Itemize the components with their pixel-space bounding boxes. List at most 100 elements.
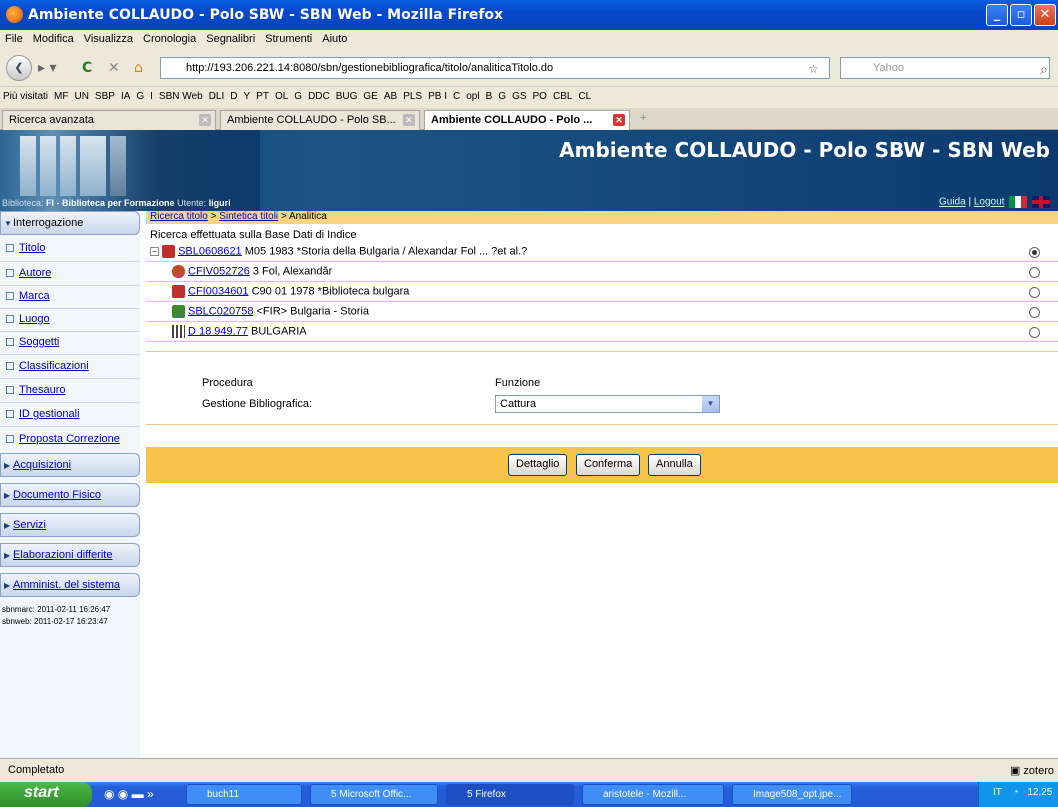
taskbar-item[interactable]: 5 Firefox xyxy=(446,784,574,805)
bookmark-item[interactable]: BUG xyxy=(333,87,361,106)
tab-close-icon[interactable]: ✕ xyxy=(403,114,415,126)
url-input[interactable]: http://193.206.221.14:8080/sbn/gestioneb… xyxy=(160,57,830,79)
quick-launch-icons[interactable]: ◉ ◉ ▬ » xyxy=(104,787,154,801)
bookmark-item[interactable]: SBN Web xyxy=(156,87,206,106)
tab-ambiente-2[interactable]: Ambiente COLLAUDO - Polo ... ✕ xyxy=(424,110,630,130)
tab-close-icon[interactable]: ✕ xyxy=(199,114,211,126)
maximize-button[interactable]: ▫ xyxy=(1010,4,1032,26)
breadcrumb-ricerca-titolo[interactable]: Ricerca titolo xyxy=(150,211,208,222)
menu-aiuto[interactable]: Aiuto xyxy=(317,30,352,48)
stop-icon[interactable]: ✕ xyxy=(108,60,120,76)
close-button[interactable]: ✕ xyxy=(1034,4,1056,26)
menu-modifica[interactable]: Modifica xyxy=(28,30,79,48)
bookmark-star-icon[interactable]: ☆ xyxy=(808,62,819,76)
record-radio[interactable] xyxy=(1029,327,1040,338)
bookmark-item[interactable]: G xyxy=(133,87,147,106)
dettaglio-button[interactable]: Dettaglio xyxy=(508,454,568,476)
taskbar-item[interactable]: 5 Microsoft Offic... xyxy=(310,784,438,805)
collapse-icon[interactable]: − xyxy=(150,247,159,256)
record-id-link[interactable]: SBL0608621 xyxy=(178,245,242,257)
zotero-button[interactable]: ▣ zotero xyxy=(1010,764,1054,777)
sidebar-section-documento-fisico[interactable]: ▶ Documento Fisico xyxy=(0,483,140,507)
bookmark-item[interactable]: SBP xyxy=(92,87,118,106)
bookmark-item[interactable]: C xyxy=(450,87,463,106)
sidebar-section-interrogazione[interactable]: ▼ Interrogazione xyxy=(0,211,140,235)
record-radio[interactable] xyxy=(1029,247,1040,258)
bookmark-item[interactable]: D xyxy=(227,87,240,106)
new-tab-icon[interactable]: + xyxy=(640,112,646,124)
record-id-link[interactable]: CFI0034601 xyxy=(188,285,249,297)
sidebar-section-elaborazioni[interactable]: ▶ Elaborazioni differite xyxy=(0,543,140,567)
sidebar-item-titolo[interactable]: Titolo xyxy=(6,242,46,254)
bookmark-item[interactable]: PT xyxy=(253,87,272,106)
taskbar-item[interactable]: aristotele - Mozill... xyxy=(582,784,724,805)
tab-ricerca-avanzata[interactable]: Ricerca avanzata ✕ xyxy=(2,110,216,130)
bookmark-item[interactable]: UN xyxy=(71,87,91,106)
bookmark-item[interactable]: PLS xyxy=(400,87,425,106)
tab-ambiente-1[interactable]: Ambiente COLLAUDO - Polo SB... ✕ xyxy=(220,110,420,130)
sidebar-item-thesauro[interactable]: Thesauro xyxy=(6,384,65,396)
bookmark-item[interactable]: OL xyxy=(272,87,291,106)
bookmark-item[interactable]: Y xyxy=(240,87,253,106)
menu-file[interactable]: File xyxy=(0,30,28,48)
sidebar-item-id-gestionali[interactable]: ID gestionali xyxy=(6,408,80,420)
bookmark-item[interactable]: B xyxy=(483,87,496,106)
bookmark-item[interactable]: G xyxy=(291,87,305,106)
sidebar-item-classificazioni[interactable]: Classificazioni xyxy=(6,360,89,372)
bookmark-item[interactable]: DLI xyxy=(206,87,228,106)
taskbar-item[interactable]: buch11 xyxy=(186,784,302,805)
chevron-down-icon[interactable]: ▼ xyxy=(702,396,719,412)
language-indicator[interactable]: IT xyxy=(993,787,1002,798)
forward-icon[interactable]: ▸ ▾ xyxy=(38,60,57,76)
bookmark-item[interactable]: Più visitati xyxy=(0,87,51,106)
breadcrumb-sintetica-titoli[interactable]: Sintetica titoli xyxy=(219,211,278,222)
record-radio[interactable] xyxy=(1029,287,1040,298)
sidebar-item-autore[interactable]: Autore xyxy=(6,267,51,279)
italian-flag-icon[interactable] xyxy=(1009,196,1028,208)
search-icon[interactable]: ⌕ xyxy=(1040,62,1048,78)
bookmark-item[interactable]: I xyxy=(147,87,156,106)
bookmark-item[interactable]: AB xyxy=(381,87,400,106)
tab-close-icon[interactable]: ✕ xyxy=(613,114,625,126)
uk-flag-icon[interactable] xyxy=(1032,196,1050,208)
bookmark-item[interactable]: opl xyxy=(463,87,482,106)
sidebar-section-acquisizioni[interactable]: ▶ Acquisizioni xyxy=(0,453,140,477)
reload-icon[interactable]: C xyxy=(82,60,92,76)
search-input[interactable]: Yahoo xyxy=(840,57,1050,79)
record-id-link[interactable]: SBLC020758 xyxy=(188,305,253,317)
bookmark-item[interactable]: GE xyxy=(360,87,380,106)
sidebar-item-soggetti[interactable]: Soggetti xyxy=(6,336,59,348)
annulla-button[interactable]: Annulla xyxy=(648,454,701,476)
sidebar-section-servizi[interactable]: ▶ Servizi xyxy=(0,513,140,537)
record-radio[interactable] xyxy=(1029,267,1040,278)
bookmark-item[interactable]: PO xyxy=(530,87,550,106)
record-radio[interactable] xyxy=(1029,307,1040,318)
start-button[interactable]: start xyxy=(0,782,92,807)
menu-visualizza[interactable]: Visualizza xyxy=(79,30,138,48)
bookmark-item[interactable]: CBL xyxy=(550,87,575,106)
sidebar-item-marca[interactable]: Marca xyxy=(6,290,50,302)
menu-strumenti[interactable]: Strumenti xyxy=(260,30,317,48)
bookmark-item[interactable]: CL xyxy=(575,87,594,106)
sidebar-item-proposta-correzione[interactable]: Proposta Correzione xyxy=(6,433,120,445)
guida-link[interactable]: Guida xyxy=(939,197,966,208)
bookmark-item[interactable]: G xyxy=(495,87,509,106)
record-id-link[interactable]: D 18 949.77 xyxy=(188,325,248,337)
menu-segnalibri[interactable]: Segnalibri xyxy=(201,30,260,48)
logout-link[interactable]: Logout xyxy=(974,197,1005,208)
bookmark-item[interactable]: IA xyxy=(118,87,133,106)
taskbar-item[interactable]: Image508_opt.jpe... xyxy=(732,784,852,805)
conferma-button[interactable]: Conferma xyxy=(576,454,641,476)
sidebar-item-luogo[interactable]: Luogo xyxy=(6,313,50,325)
bookmark-item[interactable]: PB I xyxy=(425,87,450,106)
minimize-button[interactable]: _ xyxy=(986,4,1008,26)
volume-icon[interactable]: ◔ xyxy=(1013,787,1019,798)
funzione-select[interactable]: Cattura ▼ xyxy=(495,395,720,413)
bookmark-item[interactable]: MF xyxy=(51,87,71,106)
record-id-link[interactable]: CFIV052726 xyxy=(188,265,250,277)
sidebar-section-amministrazione[interactable]: ▶ Amminist. del sistema xyxy=(0,573,140,597)
bookmark-item[interactable]: DDC xyxy=(305,87,333,106)
home-icon[interactable]: ⌂ xyxy=(134,60,143,76)
bookmark-item[interactable]: GS xyxy=(509,87,529,106)
menu-cronologia[interactable]: Cronologia xyxy=(138,30,201,48)
